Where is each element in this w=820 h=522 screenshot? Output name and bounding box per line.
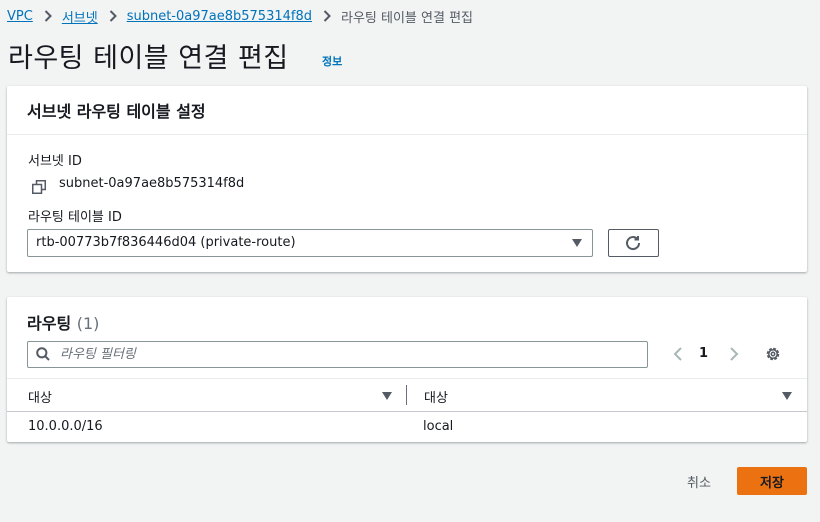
breadcrumb-current: 라우팅 테이블 연결 편집 (341, 10, 473, 26)
breadcrumb-subnet-id[interactable]: subnet-0a97ae8b575314f8d (127, 9, 312, 24)
chevron-right-icon[interactable] (729, 347, 739, 361)
sort-caret-icon[interactable] (382, 392, 392, 400)
breadcrumb-subnets[interactable]: 서브넷 (62, 7, 98, 26)
chevron-right-icon (44, 10, 52, 22)
page-number[interactable]: 1 (699, 346, 708, 361)
table-cell-destination: 10.0.0.0/16 (28, 419, 103, 434)
panel-title: 서브넷 라우팅 테이블 설정 (27, 102, 206, 121)
sort-caret-icon[interactable] (782, 392, 792, 400)
refresh-icon (626, 236, 641, 251)
subnet-id-value: subnet-0a97ae8b575314f8d (59, 176, 245, 191)
chevron-left-icon[interactable] (673, 347, 683, 361)
routes-panel: 라우팅 (1) 1 대상 대상 10.0.0.0/16 local (7, 297, 807, 442)
search-icon (36, 347, 50, 361)
refresh-button[interactable] (608, 229, 659, 257)
breadcrumb: VPC 서브넷 subnet-0a97ae8b575314f8d 라우팅 테이블… (7, 6, 473, 26)
routes-count: (1) (76, 314, 100, 333)
route-table-id-label: 라우팅 테이블 ID (28, 210, 122, 225)
column-header-target[interactable]: 대상 (424, 387, 448, 406)
route-table-select[interactable]: rtb-00773b7f836446d04 (private-route) (27, 229, 593, 257)
breadcrumb-vpc[interactable]: VPC (7, 9, 33, 24)
copy-icon[interactable] (32, 179, 46, 194)
cancel-button[interactable]: 취소 (673, 468, 725, 494)
table-header: 대상 대상 (7, 378, 807, 412)
route-table-selected-value: rtb-00773b7f836446d04 (private-route) (36, 235, 296, 250)
table-cell-target: local (423, 419, 454, 434)
chevron-right-icon (323, 10, 331, 22)
panel-header: 서브넷 라우팅 테이블 설정 (7, 86, 807, 135)
column-divider[interactable] (406, 385, 407, 405)
caret-down-icon (572, 239, 582, 247)
save-button[interactable]: 저장 (737, 467, 807, 495)
subnet-id-label: 서브넷 ID (28, 154, 82, 169)
route-filter-input[interactable] (60, 344, 630, 364)
routes-title-text: 라우팅 (27, 314, 72, 333)
routes-title: 라우팅 (1) (27, 310, 99, 334)
chevron-right-icon (109, 10, 117, 22)
column-header-destination[interactable]: 대상 (28, 387, 52, 406)
page-title: 라우팅 테이블 연결 편집 (8, 43, 289, 74)
subnet-route-table-settings-panel: 서브넷 라우팅 테이블 설정 서브넷 ID subnet-0a97ae8b575… (7, 86, 807, 272)
info-link[interactable]: 정보 (322, 53, 342, 69)
route-filter (27, 341, 648, 368)
gear-icon[interactable] (765, 346, 781, 362)
